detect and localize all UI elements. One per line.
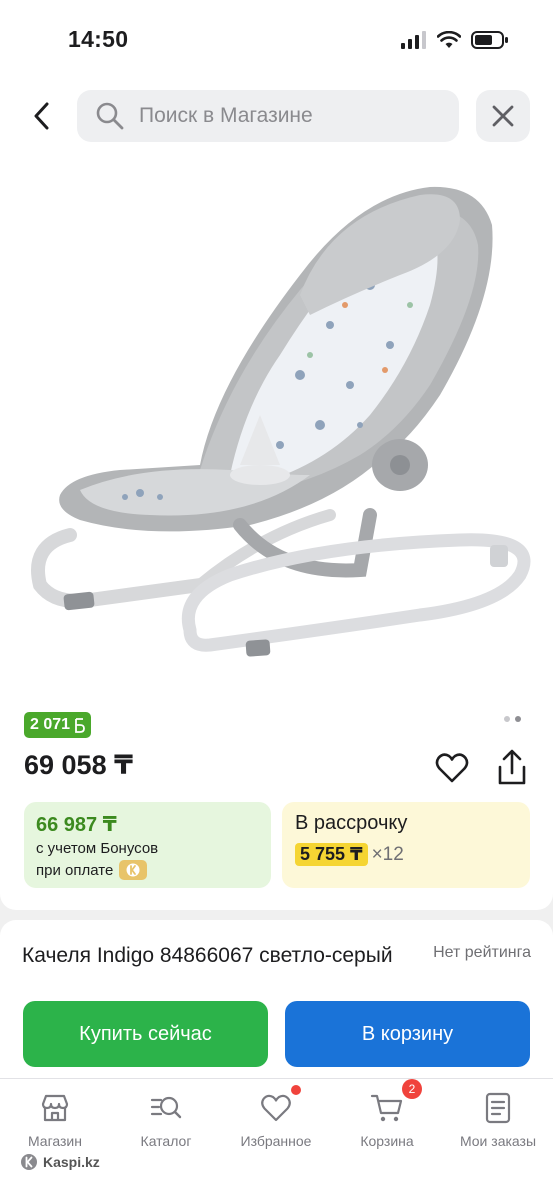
search-placeholder: Поиск в Магазине: [139, 104, 313, 127]
nav-item-favorites[interactable]: Избранное: [226, 1085, 326, 1149]
cart-count-badge: 2: [402, 1079, 422, 1099]
search-input[interactable]: Поиск в Магазине: [77, 90, 459, 142]
status-icons: [401, 30, 509, 50]
nav-item-catalog[interactable]: Каталог: [116, 1091, 216, 1149]
kaspi-logo-icon: [21, 1154, 37, 1170]
orders-icon: [485, 1092, 511, 1124]
product-price: 69 058 ₸: [24, 750, 133, 780]
installment-card[interactable]: В рассрочку 5 755 ₸ ×12: [282, 802, 530, 888]
battery-icon: [471, 31, 508, 49]
bonus-price-note: с учетом Бонусов: [36, 840, 159, 857]
nav-item-cart[interactable]: 2 Корзина: [337, 1079, 437, 1149]
search-row: Поиск в Магазине: [0, 88, 553, 144]
status-time: 14:50: [68, 26, 129, 52]
installment-title: В рассрочку: [295, 812, 408, 834]
share-icon: [498, 749, 526, 785]
add-to-cart-button[interactable]: В корзину: [285, 1001, 530, 1067]
cart-icon-wrap: 2: [370, 1079, 422, 1125]
brand-name: Kaspi.kz: [43, 1154, 100, 1170]
gallery-dot[interactable]: [504, 716, 510, 722]
catalog-search-icon: [150, 1096, 182, 1119]
bonus-payment-label: при оплате: [36, 861, 114, 879]
close-icon: [492, 105, 514, 127]
bonus-badge-value: 2 071: [30, 716, 71, 733]
bonus-price-card[interactable]: 66 987 ₸ с учетом Бонусов при оплате: [24, 802, 271, 888]
store-icon: [41, 1094, 69, 1122]
gallery-pagination: [504, 716, 521, 722]
installment-months: ×12: [371, 843, 404, 865]
favorite-button[interactable]: [434, 750, 470, 786]
favorites-icon-wrap: [259, 1085, 301, 1125]
share-button[interactable]: [494, 748, 530, 788]
bonus-payment-row: при оплате: [36, 860, 259, 880]
heart-icon: [435, 753, 469, 783]
kaspi-gold-icon: [119, 860, 148, 880]
wifi-icon: [437, 31, 461, 48]
nav-label-orders: Мои заказы: [459, 1133, 537, 1149]
back-button[interactable]: [22, 96, 62, 136]
favorites-indicator-dot: [291, 1085, 301, 1095]
close-search-button[interactable]: [476, 90, 530, 142]
nav-label-cart: Корзина: [360, 1133, 414, 1149]
kaspi-brand: Kaspi.kz: [20, 1153, 100, 1171]
nav-item-store[interactable]: Магазин: [5, 1091, 105, 1149]
nav-label-favorites: Избранное: [240, 1133, 312, 1149]
installment-row: 5 755 ₸ ×12: [295, 843, 517, 866]
chevron-left-icon: [34, 102, 49, 130]
nav-label-catalog: Каталог: [140, 1133, 192, 1149]
bottom-nav: Магазин Каталог Избранное 2 Корзина Мои …: [0, 1078, 553, 1152]
installment-monthly: 5 755 ₸: [295, 843, 368, 866]
bonus-price-amount: 66 987 ₸: [36, 814, 117, 836]
bonus-currency-icon: [75, 717, 85, 733]
product-title: Качеля Indigo 84866067 светло-серый: [22, 944, 393, 967]
product-rating[interactable]: Нет рейтинга: [433, 944, 531, 962]
bonus-badge: 2 071: [24, 712, 92, 738]
product-image[interactable]: [0, 175, 553, 695]
nav-label-store: Магазин: [27, 1133, 82, 1149]
status-bar: 14:50: [0, 0, 553, 80]
heart-icon: [261, 1094, 291, 1122]
nav-item-orders[interactable]: Мои заказы: [448, 1091, 548, 1149]
cart-icon: [370, 1094, 403, 1122]
gallery-dot-active[interactable]: [515, 716, 521, 722]
search-icon: [96, 102, 124, 130]
cellular-signal-icon: [401, 31, 426, 49]
buy-now-button[interactable]: Купить сейчас: [23, 1001, 268, 1067]
